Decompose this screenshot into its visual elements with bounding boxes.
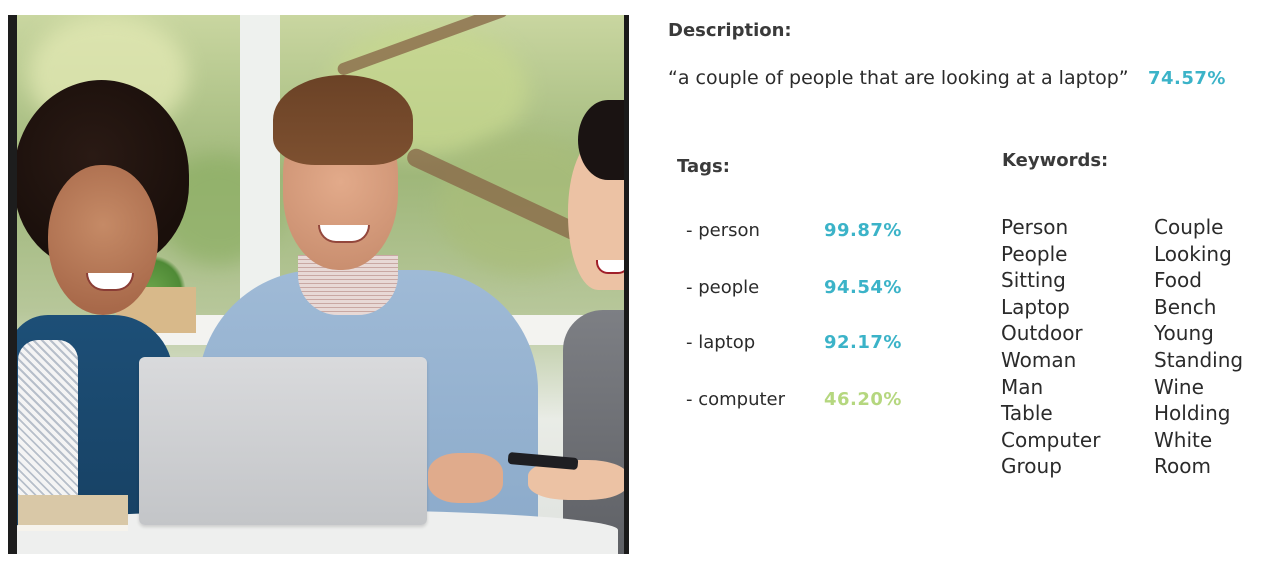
keyword: Computer [1001, 427, 1101, 452]
woman-right-blazer [563, 310, 629, 554]
description-label: Description: [668, 20, 792, 41]
tag-name: - people [686, 277, 760, 298]
hand [428, 453, 503, 503]
keyword: Couple [1154, 215, 1224, 239]
tag-confidence: 46.20% [824, 389, 902, 410]
analyzed-photo [8, 15, 629, 554]
keyword: Sitting [1001, 268, 1066, 293]
tag-name: - laptop [686, 332, 756, 353]
tags-label: Tags: [677, 156, 730, 177]
woman-right-hair [578, 100, 629, 180]
keyword: Group [1001, 454, 1062, 479]
keyword: Bench [1154, 294, 1217, 319]
keyword: Woman [1001, 347, 1077, 372]
keyword: Laptop [1001, 294, 1070, 319]
keyword: Looking [1154, 241, 1232, 266]
keyword: Wine [1154, 374, 1204, 399]
keyword: Table [1001, 401, 1053, 426]
tag-confidence: 99.87% [824, 220, 902, 241]
woman-left-top [18, 340, 78, 510]
keyword: Person [1001, 215, 1069, 239]
keyword: Outdoor [1001, 321, 1083, 346]
laptop [139, 357, 427, 525]
window-frame [240, 15, 280, 315]
tag-confidence: 94.54% [824, 277, 902, 298]
keyword: Man [1001, 374, 1044, 399]
keyword: White [1154, 427, 1213, 452]
tag-confidence: 92.17% [824, 332, 902, 353]
description-text: “a couple of people that are looking at … [668, 67, 1129, 89]
photo-right-border [624, 15, 629, 554]
notebook [18, 495, 128, 531]
tag-name: - computer [686, 389, 786, 410]
photo-left-border [8, 15, 17, 554]
description-confidence: 74.57% [1148, 68, 1226, 89]
woman-left-face [48, 165, 158, 315]
keyword: Food [1154, 268, 1202, 293]
keywords-column-2: Couple Looking Food Bench Young Standing… [1154, 214, 1243, 480]
man-hair [273, 75, 413, 165]
keyword: Holding [1154, 401, 1231, 426]
keyword: Young [1154, 321, 1214, 346]
keywords-label: Keywords: [1002, 150, 1109, 171]
keyword: Standing [1154, 347, 1244, 372]
tag-name: - person [686, 220, 760, 241]
keywords-column-1: Person People Sitting Laptop Outdoor Wom… [1001, 214, 1100, 480]
keyword: People [1001, 241, 1068, 266]
keyword: Room [1154, 454, 1211, 479]
